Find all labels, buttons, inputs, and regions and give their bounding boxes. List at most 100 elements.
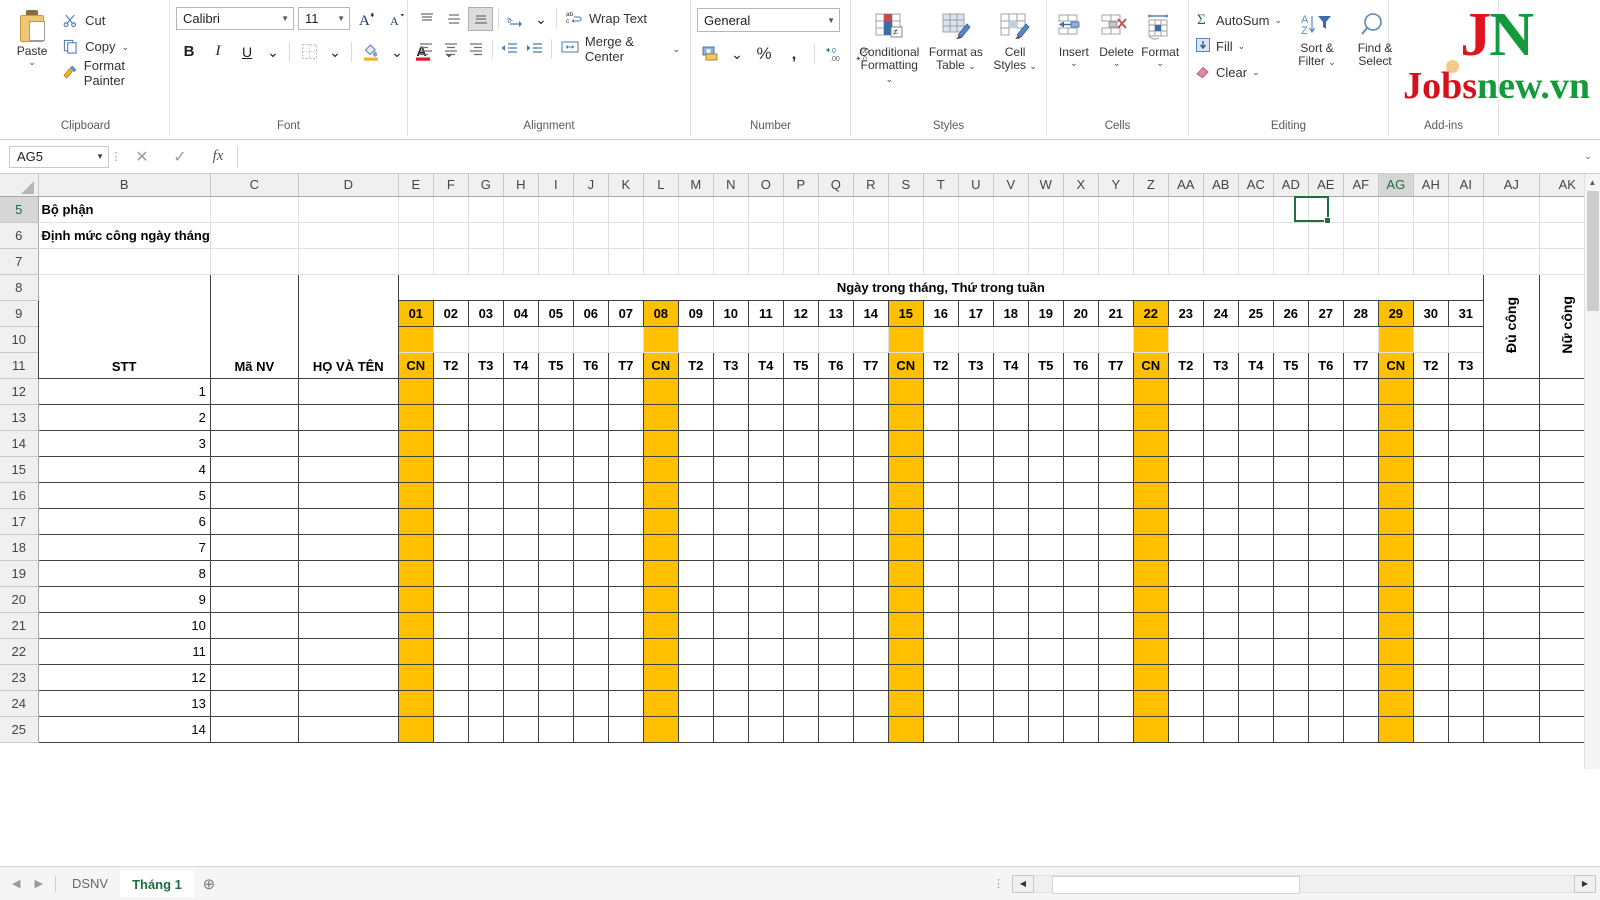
column-header-ac[interactable]: AC — [1238, 174, 1274, 197]
cell-15-23[interactable] — [887, 663, 924, 691]
cell-24-21[interactable] — [1202, 611, 1239, 639]
cell-12-13[interactable] — [782, 403, 819, 431]
cell-04-23[interactable] — [502, 663, 539, 691]
cell-09-12[interactable] — [677, 377, 714, 405]
cell-25-17[interactable] — [1237, 507, 1274, 535]
cell-du-cong-17[interactable] — [1482, 507, 1540, 535]
cell-h6[interactable] — [503, 222, 539, 249]
cell-14-12[interactable] — [852, 377, 889, 405]
cell-09-13[interactable] — [677, 403, 714, 431]
cell-03-14[interactable] — [467, 429, 504, 457]
cell-12-23[interactable] — [782, 663, 819, 691]
cell-du-cong-16[interactable] — [1482, 481, 1540, 509]
cell-day-spacer-30[interactable] — [1412, 326, 1449, 353]
cell-05-21[interactable] — [537, 611, 574, 639]
cell-du-cong-18[interactable] — [1482, 533, 1540, 561]
cell-l7[interactable] — [643, 248, 679, 275]
cell-day-spacer-07[interactable] — [607, 326, 644, 353]
cell-c6[interactable] — [210, 222, 299, 249]
cell-hoten-17[interactable] — [297, 507, 399, 535]
cell-day-29[interactable]: 29 — [1377, 299, 1414, 327]
cell-25-23[interactable] — [1237, 663, 1274, 691]
cell-02-19[interactable] — [432, 559, 469, 587]
cell-02-18[interactable] — [432, 533, 469, 561]
cell-12-24[interactable] — [782, 689, 819, 717]
cell-04-21[interactable] — [502, 611, 539, 639]
cell-manv-16[interactable] — [209, 481, 299, 509]
borders-button[interactable] — [296, 39, 322, 64]
cell-04-22[interactable] — [502, 637, 539, 665]
cell-31-23[interactable] — [1447, 663, 1484, 691]
cell-weekday-19[interactable]: T5 — [1027, 351, 1064, 379]
cell-28-17[interactable] — [1342, 507, 1379, 535]
cell-weekday-10[interactable]: T3 — [712, 351, 749, 379]
cell-01-20[interactable] — [397, 585, 434, 613]
cell-stt-20[interactable]: 9 — [37, 585, 211, 613]
cell-weekday-15[interactable]: CN — [887, 351, 924, 379]
scroll-left-button[interactable]: ◀ — [1012, 874, 1034, 893]
cell-styles-button[interactable]: Cell Styles ⌄ — [990, 8, 1040, 72]
cell-hoten-23[interactable] — [297, 663, 399, 691]
cell-19-17[interactable] — [1027, 507, 1064, 535]
cell-28-16[interactable] — [1342, 481, 1379, 509]
chevron-down-icon[interactable]: ⌄ — [1029, 61, 1037, 71]
cell-aj7[interactable] — [1483, 248, 1540, 275]
cell-25-19[interactable] — [1237, 559, 1274, 587]
row-header-13[interactable]: 13 — [0, 404, 39, 431]
cell-27-12[interactable] — [1307, 377, 1344, 405]
cell-day-09[interactable]: 09 — [677, 299, 714, 327]
cell-06-20[interactable] — [572, 585, 609, 613]
insert-function-button[interactable]: fx — [199, 146, 237, 168]
cell-01-21[interactable] — [397, 611, 434, 639]
cell-17-25[interactable] — [957, 715, 994, 743]
cell-21-15[interactable] — [1097, 455, 1134, 483]
cell-15-21[interactable] — [887, 611, 924, 639]
cell-day-20[interactable]: 20 — [1062, 299, 1099, 327]
align-middle-button[interactable] — [441, 7, 466, 31]
cell-26-13[interactable] — [1272, 403, 1309, 431]
cell-x7[interactable] — [1063, 248, 1099, 275]
cell-24-18[interactable] — [1202, 533, 1239, 561]
cell-day-spacer-01[interactable] — [397, 326, 434, 353]
cell-12-22[interactable] — [782, 637, 819, 665]
cell-du-cong-15[interactable] — [1482, 455, 1540, 483]
cell-26-25[interactable] — [1272, 715, 1309, 743]
cell-day-spacer-27[interactable] — [1307, 326, 1344, 353]
cell-24-20[interactable] — [1202, 585, 1239, 613]
cell-20-22[interactable] — [1062, 637, 1099, 665]
cell-28-18[interactable] — [1342, 533, 1379, 561]
increase-decimal-button[interactable]: .0.00 — [822, 41, 848, 66]
cell-15-22[interactable] — [887, 637, 924, 665]
cell-09-20[interactable] — [677, 585, 714, 613]
decrease-indent-button[interactable] — [498, 37, 521, 61]
cell-18-21[interactable] — [992, 611, 1029, 639]
row-header-20[interactable]: 20 — [0, 586, 39, 613]
cell-27-19[interactable] — [1307, 559, 1344, 587]
cell-day-spacer-04[interactable] — [502, 326, 539, 353]
cell-08-14[interactable] — [642, 429, 679, 457]
cell-10-13[interactable] — [712, 403, 749, 431]
fill-color-chevron-down-icon[interactable]: ⌄ — [387, 39, 407, 64]
cell-11-15[interactable] — [747, 455, 784, 483]
cell-day-12[interactable]: 12 — [782, 299, 819, 327]
delete-cells-button[interactable]: Delete ⌄ — [1095, 8, 1139, 68]
cell-14-21[interactable] — [852, 611, 889, 639]
cell-01-24[interactable] — [397, 689, 434, 717]
cell-17-14[interactable] — [957, 429, 994, 457]
cell-r7[interactable] — [853, 248, 889, 275]
cell-16-14[interactable] — [922, 429, 959, 457]
cell-06-23[interactable] — [572, 663, 609, 691]
cell-16-22[interactable] — [922, 637, 959, 665]
cell-day-spacer-06[interactable] — [572, 326, 609, 353]
cell-31-19[interactable] — [1447, 559, 1484, 587]
cell-09-19[interactable] — [677, 559, 714, 587]
cell-p5[interactable] — [783, 196, 819, 223]
cell-28-21[interactable] — [1342, 611, 1379, 639]
font-size-select[interactable]: 11 ▼ — [298, 7, 350, 30]
cell-11-23[interactable] — [747, 663, 784, 691]
cell-18-18[interactable] — [992, 533, 1029, 561]
cell-16-17[interactable] — [922, 507, 959, 535]
cell-28-14[interactable] — [1342, 429, 1379, 457]
cell-22-12[interactable] — [1132, 377, 1169, 405]
cell-26-14[interactable] — [1272, 429, 1309, 457]
